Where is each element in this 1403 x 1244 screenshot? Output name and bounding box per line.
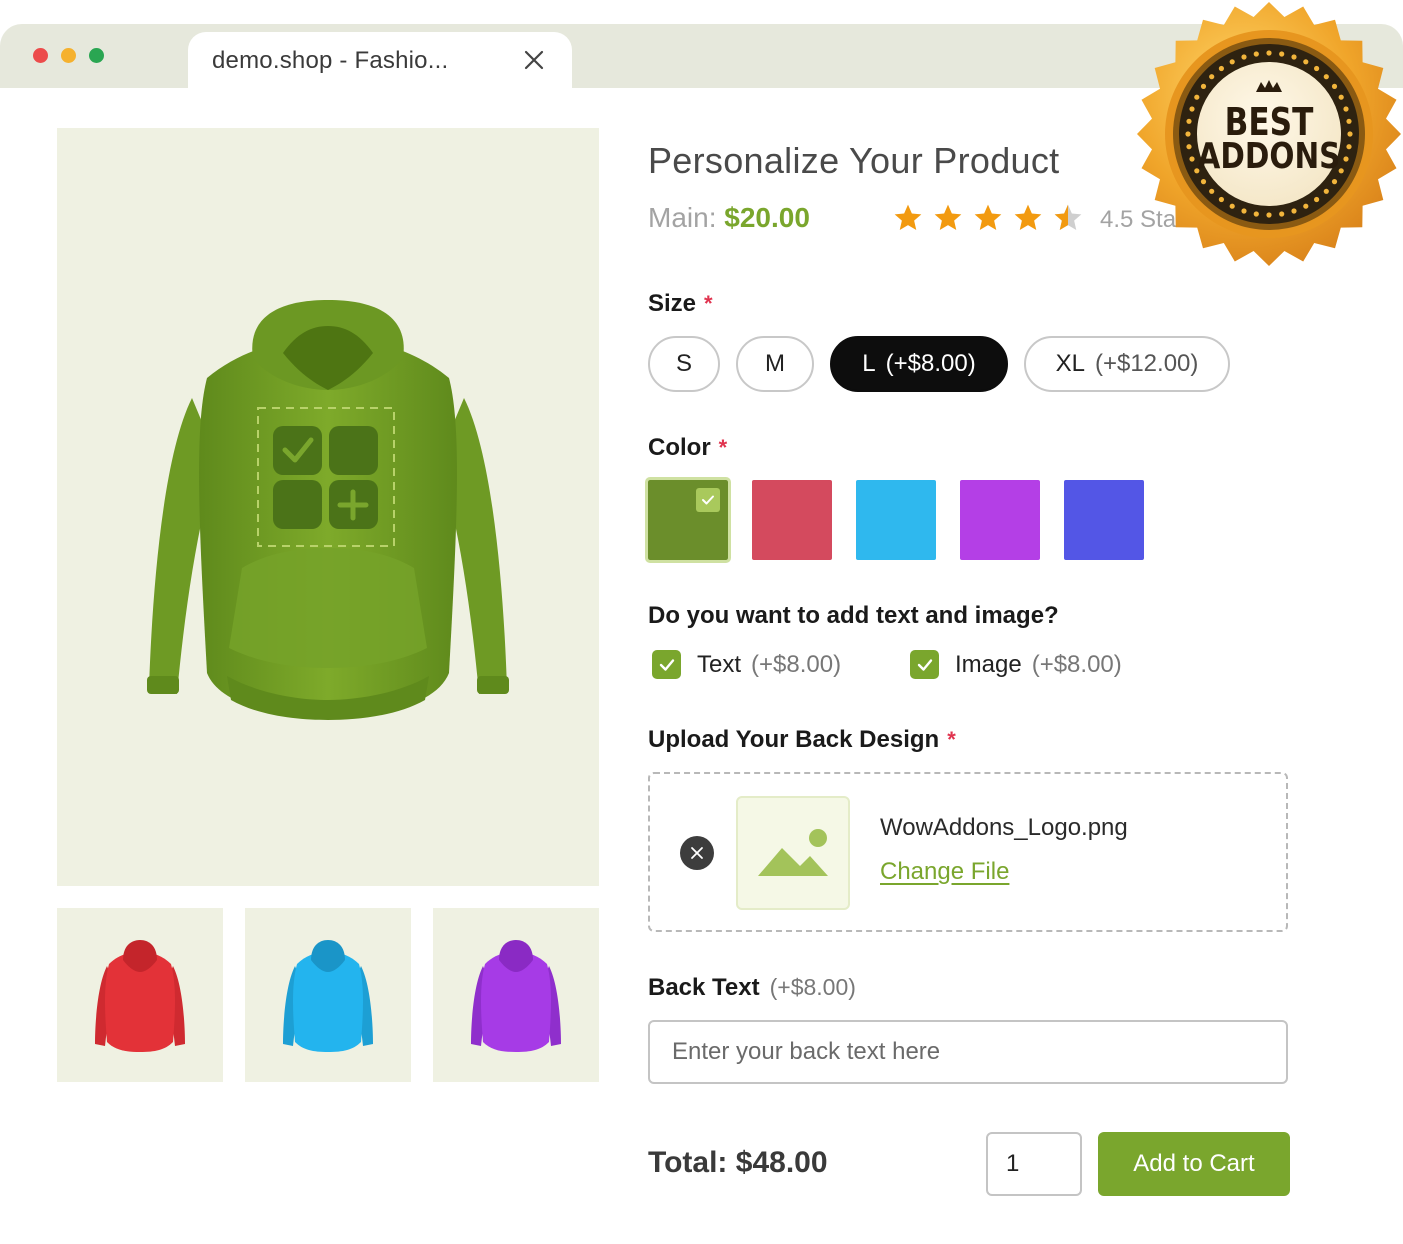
size-option-price: (+$12.00) xyxy=(1094,350,1199,377)
color-swatch-indigo[interactable] xyxy=(1064,480,1144,560)
red-hoodie-image xyxy=(95,940,185,1052)
file-name: WowAddons_Logo.png xyxy=(880,814,1128,841)
size-option-xl[interactable]: XL (+$12.00) xyxy=(1024,336,1230,392)
color-swatch-blue[interactable] xyxy=(856,480,936,560)
color-swatch-purple[interactable] xyxy=(960,480,1040,560)
size-option-l[interactable]: L (+$8.00) xyxy=(830,336,1008,392)
star-icon xyxy=(934,204,962,230)
back-text-label-text: Back Text xyxy=(648,974,760,1001)
quantity-input[interactable] xyxy=(986,1132,1082,1196)
upload-dropzone[interactable]: WowAddons_Logo.png Change File xyxy=(648,772,1288,932)
size-option-price: (+$8.00) xyxy=(885,350,976,377)
addon-image-option[interactable]: Image (+$8.00) xyxy=(910,650,1122,679)
blue-hoodie-image xyxy=(283,940,373,1052)
thumbnail-blue-hoodie[interactable] xyxy=(245,908,411,1082)
close-window-dot[interactable] xyxy=(33,48,48,63)
back-text-price: (+$8.00) xyxy=(769,974,856,1000)
maximize-window-dot[interactable] xyxy=(89,48,104,63)
file-preview xyxy=(736,796,850,910)
size-option-label: L xyxy=(862,350,876,377)
size-label: Size * xyxy=(648,290,713,318)
color-label-text: Color xyxy=(648,434,711,461)
addons-question: Do you want to add text and image? xyxy=(648,602,1059,629)
price-value: $20.00 xyxy=(724,202,810,233)
close-icon[interactable] xyxy=(522,48,546,72)
image-checkbox[interactable] xyxy=(910,650,939,679)
image-placeholder-icon xyxy=(758,829,828,876)
total-price: Total: $48.00 xyxy=(648,1146,828,1179)
upload-label: Upload Your Back Design * xyxy=(648,726,956,754)
check-icon xyxy=(659,658,674,671)
required-marker: * xyxy=(947,727,956,752)
size-option-s[interactable]: S xyxy=(648,336,720,392)
product-title: Personalize Your Product xyxy=(648,140,1060,181)
star-icon xyxy=(894,204,922,230)
color-swatch-green[interactable] xyxy=(645,477,731,563)
tab-title: demo.shop - Fashio... xyxy=(212,47,449,74)
main-product-image xyxy=(57,128,599,886)
price-label: Main: xyxy=(648,202,717,233)
addon-text-option[interactable]: Text (+$8.00) xyxy=(652,650,841,679)
browser-tab[interactable]: demo.shop - Fashio... xyxy=(188,32,572,92)
star-icon xyxy=(974,204,1002,230)
size-option-m[interactable]: M xyxy=(736,336,814,392)
required-marker: * xyxy=(704,291,713,316)
back-text-label: Back Text (+$8.00) xyxy=(648,974,856,1002)
required-marker: * xyxy=(718,435,728,460)
size-option-label: XL xyxy=(1055,350,1085,377)
star-rating xyxy=(892,202,1084,234)
thumbnail-purple-hoodie[interactable] xyxy=(433,908,599,1082)
addon-price: (+$8.00) xyxy=(1031,650,1122,678)
window-controls xyxy=(33,48,104,63)
size-label-text: Size xyxy=(648,290,697,317)
minimize-window-dot[interactable] xyxy=(61,48,76,63)
upload-label-text: Upload Your Back Design xyxy=(648,726,940,753)
add-to-cart-button[interactable]: Add to Cart xyxy=(1098,1132,1290,1196)
color-label: Color * xyxy=(648,434,727,462)
text-checkbox[interactable] xyxy=(652,650,681,679)
addon-label: Text xyxy=(697,650,742,678)
addon-price: (+$8.00) xyxy=(751,650,842,678)
change-file-link[interactable]: Change File xyxy=(880,858,1009,886)
thumbnail-red-hoodie[interactable] xyxy=(57,908,223,1082)
addon-label: Image xyxy=(955,650,1022,678)
color-swatch-red[interactable] xyxy=(752,480,832,560)
purple-hoodie-image xyxy=(471,940,561,1052)
check-icon xyxy=(917,658,932,671)
size-option-label: M xyxy=(765,350,785,377)
size-option-label: S xyxy=(675,350,692,377)
green-hoodie-image xyxy=(147,300,509,720)
back-text-input[interactable] xyxy=(648,1020,1288,1084)
best-addons-badge: BEST ADDONS xyxy=(1134,0,1403,268)
price-row: Main: $20.00 xyxy=(648,202,810,234)
star-icon xyxy=(1014,204,1042,230)
badge-line-2: ADDONS xyxy=(1197,136,1341,177)
check-icon xyxy=(696,488,720,512)
half-star-icon xyxy=(1054,204,1082,230)
close-icon xyxy=(691,847,703,859)
remove-file-button[interactable] xyxy=(680,836,714,870)
